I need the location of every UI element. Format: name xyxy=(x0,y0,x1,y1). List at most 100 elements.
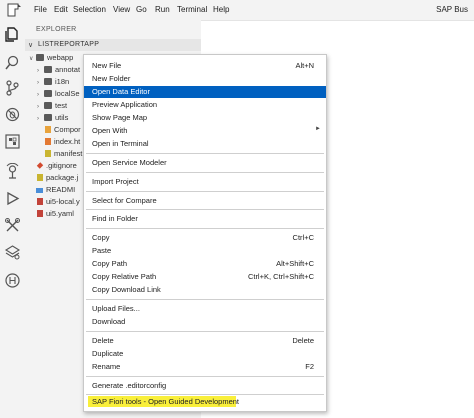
tree-item-index-html[interactable]: index.ht xyxy=(37,137,80,149)
tools-icon[interactable] xyxy=(4,217,21,234)
tree-item-label: .gitignore xyxy=(46,161,77,170)
tree-item-annotations[interactable]: › annotat xyxy=(37,65,80,77)
layers-icon[interactable] xyxy=(4,244,21,261)
menu-item-shortcut: Alt+Shift+C xyxy=(276,259,314,268)
tree-item-i18n[interactable]: › i18n xyxy=(37,77,69,89)
menu-item-label: Copy xyxy=(92,233,110,242)
menu-item-open-in-terminal[interactable]: Open in Terminal xyxy=(84,138,326,150)
tree-item-manifest[interactable]: manifest xyxy=(37,149,82,161)
xml-file-icon xyxy=(45,126,51,133)
menu-item-rename[interactable]: Rename F2 xyxy=(84,361,326,373)
menu-item-label: Upload Files... xyxy=(92,304,140,313)
menu-edit[interactable]: Edit xyxy=(54,5,68,14)
folder-icon xyxy=(36,54,44,61)
menu-go[interactable]: Go xyxy=(136,5,147,14)
tree-item-label: index.ht xyxy=(54,137,81,146)
menu-item-upload-files[interactable]: Upload Files... xyxy=(84,303,326,315)
chevron-right-icon: › xyxy=(37,116,39,122)
chevron-right-icon: ► xyxy=(315,126,321,132)
chevron-down-icon: ∨ xyxy=(29,56,34,62)
menu-view[interactable]: View xyxy=(113,5,130,14)
tree-item-label: ui5-local.y xyxy=(46,197,80,206)
menu-item-delete[interactable]: Delete Delete xyxy=(84,335,326,347)
menu-file[interactable]: File xyxy=(34,5,47,14)
folder-icon xyxy=(44,90,52,97)
run-icon[interactable] xyxy=(4,190,21,207)
menu-separator xyxy=(86,299,324,300)
menu-separator xyxy=(86,394,324,395)
menu-item-duplicate[interactable]: Duplicate xyxy=(84,348,326,360)
source-control-icon[interactable] xyxy=(4,79,21,96)
menu-item-new-folder[interactable]: New Folder xyxy=(84,73,326,85)
remote-icon[interactable] xyxy=(4,163,21,180)
project-root[interactable]: ∨ LISTREPORTAPP xyxy=(25,39,201,51)
menu-item-label: Show Page Map xyxy=(92,113,148,122)
chevron-right-icon: › xyxy=(37,92,39,98)
tree-item-localservice[interactable]: › localSe xyxy=(37,89,80,101)
menu-item-generate-editorconfig[interactable]: Generate .editorconfig xyxy=(84,380,326,392)
tree-item-utils[interactable]: › utils xyxy=(37,113,68,125)
tree-item-label: package.j xyxy=(46,173,79,182)
tree-item-component[interactable]: Compor xyxy=(37,125,81,137)
menu-item-find-in-folder[interactable]: Find in Folder xyxy=(84,213,326,225)
menu-item-preview-application[interactable]: Preview Application xyxy=(84,99,326,111)
menu-item-download[interactable]: Download xyxy=(84,316,326,328)
menu-item-label: Generate .editorconfig xyxy=(92,381,167,390)
tree-item-gitignore[interactable]: .gitignore xyxy=(29,161,77,173)
menu-item-import-project[interactable]: Import Project xyxy=(84,176,326,188)
menu-item-label: Find in Folder xyxy=(92,214,138,223)
files-icon[interactable] xyxy=(4,26,21,43)
menu-item-shortcut: Ctrl+K, Ctrl+Shift+C xyxy=(247,272,314,281)
menu-separator xyxy=(86,331,324,332)
menu-item-shortcut: F2 xyxy=(305,362,314,371)
tree-item-label: annotat xyxy=(55,65,81,74)
tree-item-test[interactable]: › test xyxy=(37,101,67,113)
menu-item-copy[interactable]: Copy Ctrl+C xyxy=(84,232,326,244)
menu-item-label: Copy Path xyxy=(92,259,128,268)
tree-item-readme[interactable]: READMI xyxy=(29,185,75,197)
menu-item-label: New Folder xyxy=(92,74,131,83)
tree-item-package-json[interactable]: package.j xyxy=(29,173,78,185)
debug-icon[interactable] xyxy=(4,106,21,123)
menu-item-label: Copy Download Link xyxy=(92,285,161,294)
git-file-icon xyxy=(36,162,44,169)
menu-item-paste[interactable]: Paste xyxy=(84,245,326,257)
tree-item-webapp[interactable]: ∨ webapp xyxy=(29,53,73,65)
tree-item-label: webapp xyxy=(47,53,74,62)
search-icon[interactable] xyxy=(4,54,21,71)
menu-separator xyxy=(86,209,324,210)
menu-item-select-for-compare[interactable]: Select for Compare xyxy=(84,195,326,207)
menu-item-open-with[interactable]: Open With ► xyxy=(84,125,326,137)
menu-separator xyxy=(86,172,324,173)
context-menu: New File Alt+N New Folder Open Data Edit… xyxy=(83,54,327,412)
extensions-icon[interactable] xyxy=(4,133,21,150)
menu-terminal[interactable]: Terminal xyxy=(177,5,207,14)
menu-item-copy-path[interactable]: Copy Path Alt+Shift+C xyxy=(84,258,326,270)
tree-item-label: i18n xyxy=(55,77,70,86)
api-icon[interactable] xyxy=(4,272,21,289)
menu-item-copy-download-link[interactable]: Copy Download Link xyxy=(84,284,326,296)
tree-item-ui5-local-yaml[interactable]: ui5-local.y xyxy=(29,197,80,209)
menu-item-copy-relative-path[interactable]: Copy Relative Path Ctrl+K, Ctrl+Shift+C xyxy=(84,271,326,283)
menu-item-sap-fiori-guided-development[interactable]: SAP Fiori tools - Open Guided Developmen… xyxy=(84,396,326,408)
menu-run[interactable]: Run xyxy=(155,5,170,14)
chevron-right-icon: › xyxy=(37,80,39,86)
folder-icon xyxy=(44,66,52,73)
tree-item-label: READMI xyxy=(46,185,76,194)
menu-item-new-file[interactable]: New File Alt+N xyxy=(84,60,326,72)
folder-icon xyxy=(44,102,52,109)
menu-item-label: Open Service Modeler xyxy=(92,158,167,167)
project-name: LISTREPORTAPP xyxy=(38,41,100,48)
activity-bar xyxy=(0,20,26,418)
menu-selection[interactable]: Selection xyxy=(73,5,106,14)
menu-item-open-data-editor[interactable]: Open Data Editor xyxy=(84,86,326,98)
tree-item-ui5-yaml[interactable]: ui5.yaml xyxy=(29,209,74,221)
menu-item-show-page-map[interactable]: Show Page Map xyxy=(84,112,326,124)
menu-item-label: Delete xyxy=(92,336,114,345)
menu-help[interactable]: Help xyxy=(213,5,229,14)
menu-item-shortcut: Delete xyxy=(292,336,314,345)
tree-item-label: localSe xyxy=(55,89,80,98)
folder-icon xyxy=(44,78,52,85)
menu-item-open-service-modeler[interactable]: Open Service Modeler xyxy=(84,157,326,169)
menu-item-shortcut: Alt+N xyxy=(295,61,314,70)
